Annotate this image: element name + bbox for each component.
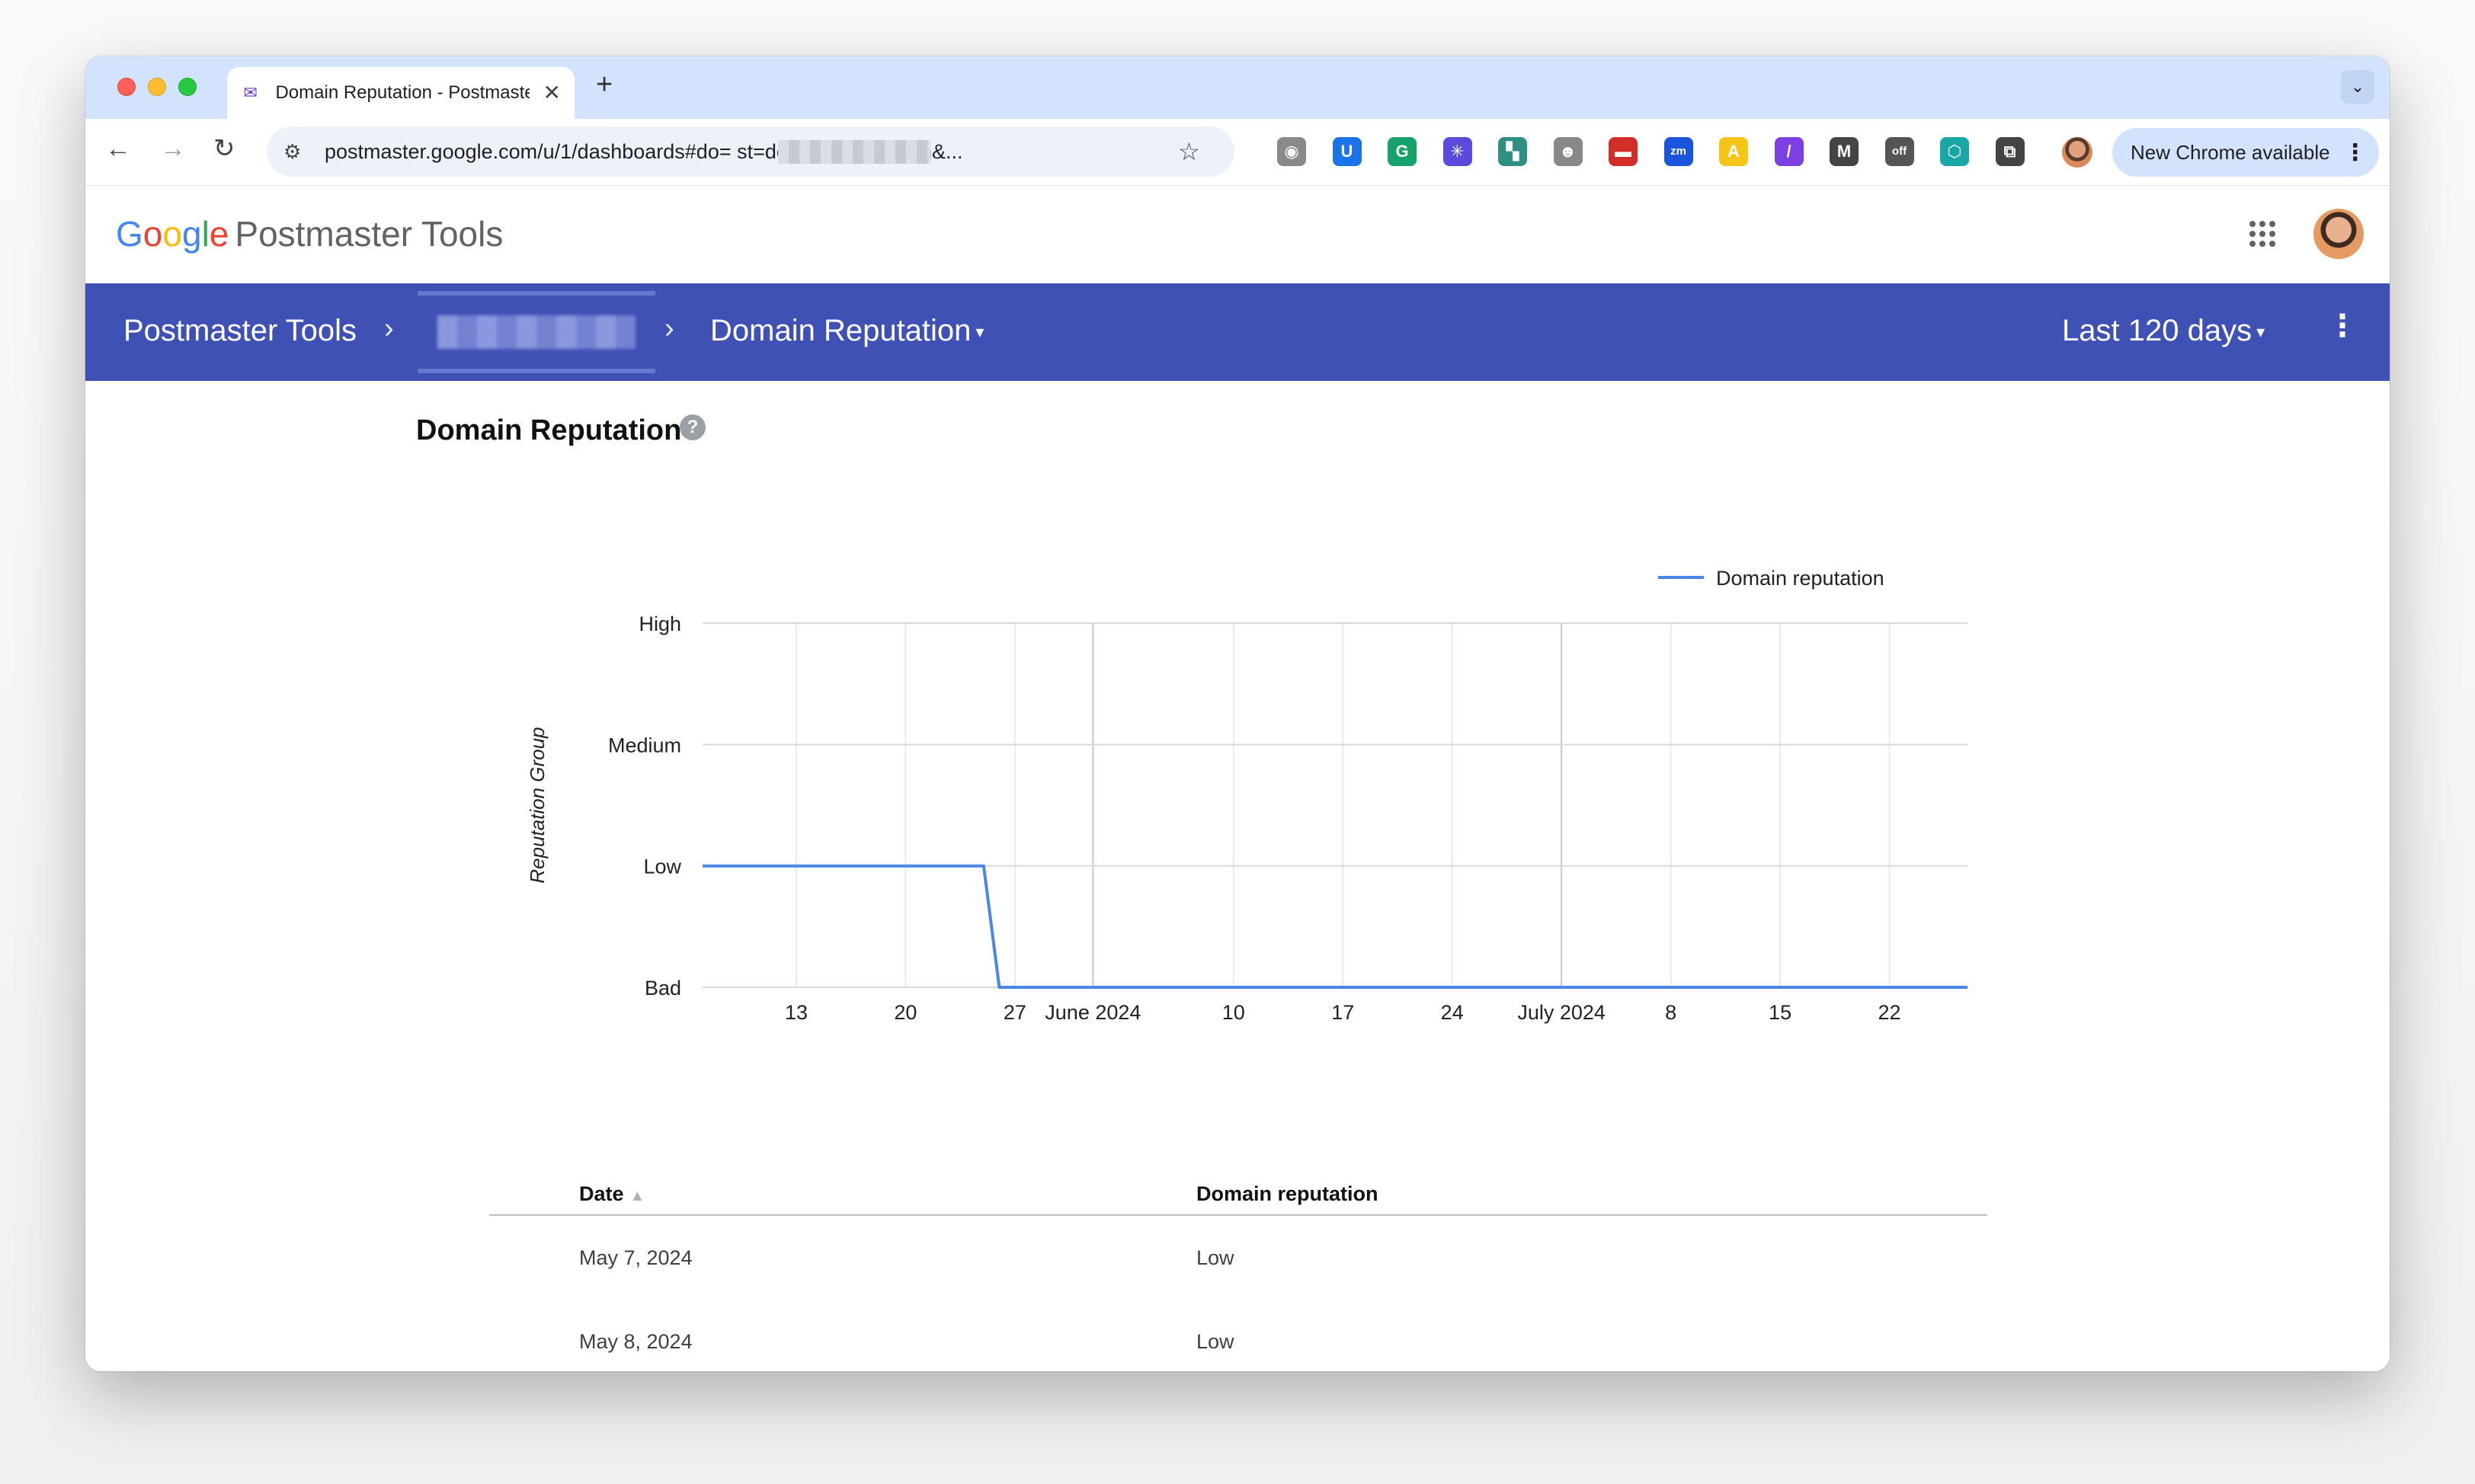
reload-icon[interactable]: ↻ [213,136,235,162]
dashboard-selector[interactable]: Domain Reputation ▾ [710,314,984,348]
account-avatar[interactable] [2313,209,2364,259]
chrome-update-label: New Chrome available [2131,140,2330,164]
main-content: Domain Reputation ? 13 20 27 June 2024 10 17 2… [85,381,2390,1371]
x-tick-label: 10 [1222,1001,1245,1024]
google-wordmark: Google [116,214,229,254]
x-tick-label: 15 [1769,1001,1791,1024]
row-reputation: Low [1196,1330,1234,1353]
more-options-icon[interactable]: ⋮ [2327,311,2358,341]
y-tick-label: Bad [645,977,681,999]
app-header: Google Postmaster Tools [85,186,2390,283]
date-column-header[interactable]: Date ▲ [579,1182,645,1206]
google-wordmark-letter: e [209,214,229,254]
table-row: May 7, 2024 Low [489,1216,1987,1300]
chrome-menu-icon[interactable]: ⋮ [2344,139,2367,166]
breadcrumb-domain-selector[interactable] [418,291,655,373]
date-range-selector[interactable]: Last 120 days ▾ [2062,314,2265,348]
dropdown-caret-icon: ▾ [2256,322,2265,342]
address-bar[interactable]: ⚙ postmaster.google.com/u/1/dashboards#d… [267,126,1234,177]
browser-tab[interactable]: ✉ Domain Reputation - Postmaster Tools ✕ [227,67,575,119]
tab-strip: ✉ Domain Reputation - Postmaster Tools ✕… [85,56,2390,119]
reputation-column-header[interactable]: Domain reputation [1196,1182,1378,1206]
dropdown-caret-icon: ▾ [975,322,985,342]
y-axis-title: Reputation Group [526,727,549,883]
dashboard-navbar: Postmaster Tools › › Domain Reputation ▾ … [85,283,2390,381]
x-tick-label: 20 [894,1001,917,1024]
off-toggle-icon[interactable]: off [1884,137,1914,166]
lastpass-icon[interactable]: ▬ [1609,137,1638,166]
y-tick-label: Low [643,856,681,878]
google-wordmark-letter: G [116,214,143,254]
x-tick-label: June 2024 [1045,1001,1141,1024]
site-info-icon[interactable]: ⚙ [283,140,309,164]
x-tick-label: 22 [1878,1001,1901,1024]
zoominfo-icon[interactable]: zm [1663,137,1693,166]
x-tick-label: 8 [1665,1001,1676,1024]
tab-close-icon[interactable]: ✕ [543,82,561,104]
table-header: Date ▲ Domain reputation [489,1143,1987,1216]
date-range-label: Last 120 days [2062,314,2252,347]
bookmark-star-icon[interactable]: ☆ [1178,137,1200,166]
map-extension-icon[interactable]: ▚ [1498,137,1527,166]
domain-reputation-chart: 13 20 27 June 2024 10 17 24 July 2024 8 15 22 Bad Lo… [526,567,1968,1024]
x-tick-label: 24 [1441,1001,1464,1024]
x-tick-label: July 2024 [1517,1001,1606,1024]
forward-arrow-icon[interactable]: → [160,136,186,162]
redacted-domain [437,315,636,349]
google-apps-icon[interactable] [2249,221,2275,247]
table-row: May 8, 2024 Low [489,1300,1987,1371]
breadcrumb-chevron-icon: › [384,312,394,344]
close-window-button[interactable] [117,78,136,96]
y-tick-label: Medium [608,734,681,756]
postmaster-logo[interactable]: Google Postmaster Tools [116,213,503,254]
sort-ascending-icon: ▲ [629,1188,645,1204]
minimize-window-button[interactable] [148,78,166,96]
x-tick-label: 27 [1004,1001,1026,1024]
reputation-table: Date ▲ Domain reputation May 7, 2024 Low … [489,1143,1987,1371]
browser-window: ✉ Domain Reputation - Postmaster Tools ✕… [85,56,2390,1371]
dashboard-selector-label: Domain Reputation [710,314,972,347]
series-line-domain-reputation [703,864,1968,989]
x-tick-label: 13 [785,1001,808,1024]
puzzle-icon[interactable]: ⧉ [1995,137,2025,166]
maximize-window-button[interactable] [178,78,197,96]
y-tick-label: High [639,612,681,635]
extension-u-icon[interactable]: U [1332,137,1362,166]
postmaster-favicon-icon: ✉ [243,83,258,102]
date-header-label: Date [579,1182,624,1205]
browser-toolbar: ← → ↻ ⚙ postmaster.google.com/u/1/dashbo… [85,119,2390,186]
camera-icon[interactable]: ◉ [1277,137,1306,166]
url-text[interactable]: postmaster.google.com/u/1/dashboards#do=… [325,139,1170,164]
row-reputation: Low [1196,1246,1234,1269]
row-date: May 8, 2024 [579,1330,693,1353]
tab-title: Domain Reputation - Postmaster Tools [275,82,529,103]
back-arrow-icon[interactable]: ← [105,136,131,162]
google-wordmark-letter: g [181,214,202,254]
hex-extension-icon[interactable]: ⬡ [1940,137,1969,166]
tab-search-button[interactable]: ⌄ [2341,70,2374,104]
mailtrack-icon[interactable]: M [1830,137,1859,166]
url-redacted-segment [778,139,930,164]
legend-label: Domain reputation [1716,567,1884,590]
google-wordmark-letter: l [201,214,210,254]
grammarly-icon[interactable]: G [1388,137,1417,166]
x-tick-label: 17 [1331,1001,1354,1024]
google-wordmark-letter: o [162,214,182,254]
google-wordmark-letter: o [142,214,163,254]
breadcrumb-postmaster-tools[interactable]: Postmaster Tools [123,314,357,348]
robot-extension-icon[interactable]: ☻ [1553,137,1583,166]
breadcrumb-chevron-icon: › [664,312,674,344]
product-name: Postmaster Tools [235,214,504,254]
chrome-update-button[interactable]: New Chrome available ⋮ [2112,128,2379,177]
new-tab-button[interactable]: + [596,70,613,99]
apollo-icon[interactable]: A [1719,137,1748,166]
snowflake-icon[interactable]: ✳ [1442,137,1472,166]
profile-avatar[interactable] [2062,137,2092,168]
slash-extension-icon[interactable]: / [1774,137,1804,166]
row-date: May 7, 2024 [579,1246,693,1269]
